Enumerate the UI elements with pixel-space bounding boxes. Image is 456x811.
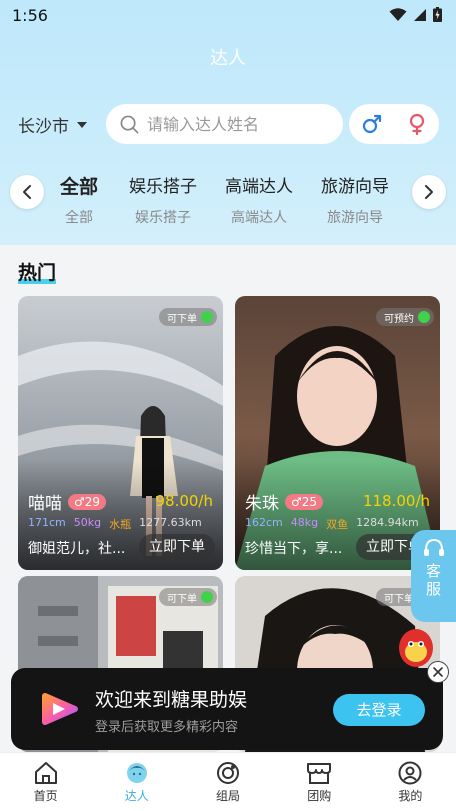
female-icon[interactable] [407,113,427,135]
availability-text: 可下单 [167,593,197,605]
nav-item-home[interactable]: 首页 [0,753,91,811]
talent-weight: 50kg [73,516,102,529]
talent-meta: 162cm 48kg 双鱼 1284.94km [245,516,419,532]
talent-meta: 171cm 50kg 水瓶 1277.63km [28,516,202,532]
availability-text: 可下单 [384,593,414,605]
banner-headline: 欢迎来到糖果助娱 [95,689,248,711]
shop-icon [307,763,332,784]
bottom-nav: 首页 达人 组局 团购 我的 [0,752,456,811]
nav-label: 我的 [398,789,423,803]
nav-item-groupbuy[interactable]: 团购 [274,753,365,811]
status-time: 1:56 [12,6,48,25]
page-title: 达人 [210,48,246,69]
gender-filter [349,104,439,144]
talent-icon [126,763,147,783]
tab-sublabel: 全部 [65,210,93,226]
talent-card[interactable]: 可下单 喵喵 ♂29 98.00/h 171cm 50kg 水瓶 1277.63… [18,296,223,570]
banner-close-button[interactable] [427,661,449,683]
section-title-text: 热门 [18,262,57,284]
top-header: 1:56 达人 长沙市 全部 全部 娱乐搭子 娱乐搭子 高端达人 [0,0,456,245]
age-badge: ♂25 [285,493,324,510]
city-selector[interactable]: 长沙市 [18,112,87,137]
tab-label: 娱乐搭子 [129,177,197,197]
status-bar: 1:56 [0,0,456,32]
tab-sublabel: 娱乐搭子 [135,210,191,226]
tabs-prev-button[interactable] [10,175,44,209]
nav-label: 团购 [307,789,332,803]
tab-premium[interactable]: 高端达人 高端达人 [225,172,293,227]
talent-height: 171cm [28,516,66,529]
availability-badge: 可预约 [376,308,434,326]
online-dot [418,311,430,323]
section-title: 热门 [18,258,57,285]
nav-label: 首页 [33,789,58,803]
close-icon [433,667,443,677]
talent-name: 喵喵 [28,494,62,514]
talent-price: 118.00/h [362,492,430,510]
tab-label: 高端达人 [225,177,293,197]
online-dot [201,591,213,603]
talent-name: 朱珠 [245,494,279,514]
tabs-next-button[interactable] [412,175,446,209]
tab-entertainment[interactable]: 娱乐搭子 娱乐搭子 [129,172,197,227]
nav-item-talent[interactable]: 达人 [91,753,182,811]
group-icon [217,762,239,784]
talent-price: 98.00/h [155,492,213,510]
talent-name-row: 喵喵 ♂29 [28,489,107,514]
wifi-icon [389,7,407,21]
chevron-left-icon [23,185,31,199]
talent-distance: 1284.94km [356,516,419,529]
login-button[interactable]: 去登录 [333,694,425,726]
tab-sublabel: 旅游向导 [327,210,383,226]
service-label-line1: 客 [425,562,441,580]
category-tabs: 全部 全部 娱乐搭子 娱乐搭子 高端达人 高端达人 旅游向导 旅游向导 [52,172,404,232]
customer-service-button[interactable]: 客 服 [411,530,456,622]
talent-distance: 1277.63km [139,516,202,529]
login-banner: 欢迎来到糖果助娱 登录后获取更多精彩内容 去登录 [11,661,449,750]
order-button[interactable]: 立即下单 [139,534,215,560]
tab-label: 旅游向导 [321,177,389,197]
availability-text: 可预约 [384,313,414,325]
talent-card[interactable]: 可预约 朱珠 ♂25 118.00/h 162cm 48kg 双鱼 1284.9… [235,296,440,570]
banner-subline: 登录后获取更多精彩内容 [95,720,239,735]
availability-badge: 可下单 [159,588,217,606]
headset-icon [423,538,444,556]
talent-desc: 御姐范儿，社... [28,541,126,557]
online-dot [201,311,213,323]
search-box[interactable] [106,104,343,144]
nav-label: 达人 [124,789,149,803]
caret-down-icon [77,121,87,128]
tab-label: 全部 [60,176,99,198]
talent-height: 162cm [245,516,283,529]
app-logo-icon [42,693,78,725]
availability-badge: 可下单 [159,308,217,326]
profile-icon [398,761,422,785]
nav-label: 组局 [216,789,241,803]
status-icons [389,7,442,22]
availability-text: 可下单 [167,313,197,325]
search-input[interactable] [147,114,327,134]
male-icon[interactable] [362,114,382,134]
service-label-line2: 服 [425,580,441,598]
tab-all[interactable]: 全部 全部 [60,172,98,227]
tab-travel-guide[interactable]: 旅游向导 旅游向导 [321,172,389,227]
talent-sign: 水瓶 [109,518,132,531]
talent-name-row: 朱珠 ♂25 [245,489,324,514]
nav-item-group[interactable]: 组局 [182,753,273,811]
age-badge: ♂29 [68,493,107,510]
search-icon [120,115,139,133]
talent-sign: 双鱼 [326,518,349,531]
tab-sublabel: 高端达人 [231,210,287,226]
nav-item-profile[interactable]: 我的 [365,753,456,811]
chevron-right-icon [425,185,433,199]
battery-icon [433,7,442,22]
home-icon [34,762,57,784]
talent-weight: 48kg [290,516,319,529]
city-label: 长沙市 [18,117,69,137]
talent-desc: 珍惜当下，享... [245,541,343,557]
signal-icon [414,8,426,21]
